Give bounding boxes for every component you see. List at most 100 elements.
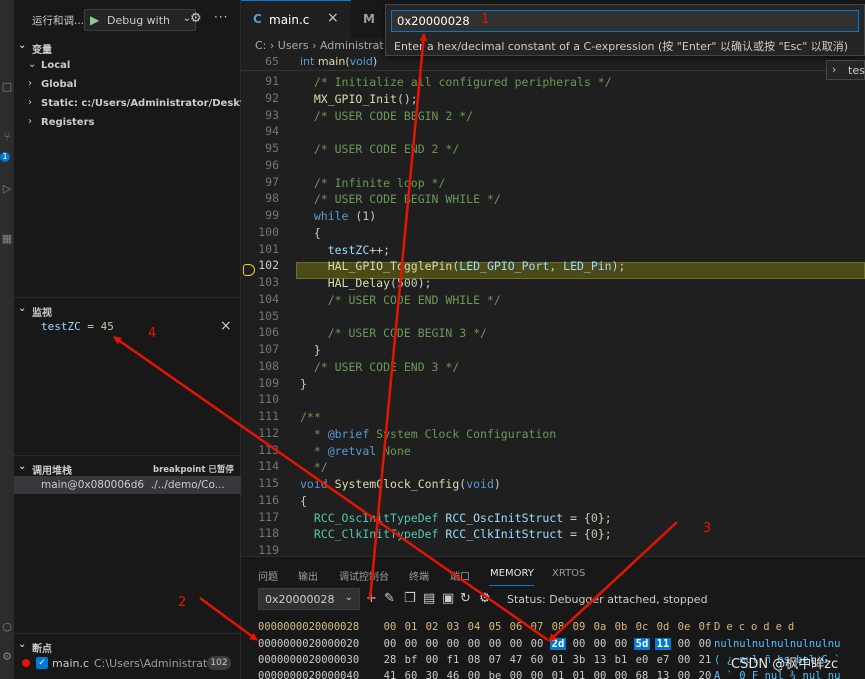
start-debug-icon[interactable]: ▶ [90, 13, 99, 27]
variables-item-local[interactable]: ⌄ Local [14, 56, 241, 75]
code-line[interactable]: 109} [241, 376, 865, 393]
memory-byte[interactable]: 00 [466, 670, 482, 679]
breakpoints-section-header[interactable]: ⌄ 断点 [14, 637, 241, 655]
memory-byte[interactable]: 01 [550, 654, 566, 666]
code-line[interactable]: 116 { [241, 493, 865, 510]
code-line[interactable]: 94 [241, 124, 865, 141]
memory-byte[interactable]: 60 [529, 654, 545, 666]
callstack-frame[interactable]: main@0x080006d6 ./../demo/Co... [14, 476, 241, 494]
code-line[interactable]: 105 [241, 309, 865, 326]
line-number[interactable]: 100 [241, 225, 279, 239]
memory-byte[interactable]: b1 [613, 654, 629, 666]
line-number[interactable]: 105 [241, 309, 279, 323]
gear-icon[interactable]: ⚙ [190, 11, 202, 26]
code-line[interactable]: 99 while (1) [241, 208, 865, 225]
add-icon[interactable]: + [366, 591, 377, 606]
sticky-scroll-header[interactable]: 65 int main(void) [241, 54, 865, 71]
memory-byte[interactable]: 00 [424, 638, 440, 650]
code-line[interactable]: 104 /* USER CODE END WHILE */ [241, 292, 865, 309]
code-line[interactable]: 98 /* USER CODE BEGIN WHILE */ [241, 191, 865, 208]
memory-byte[interactable]: 11 [655, 638, 671, 650]
calculator-icon[interactable]: ▤ [423, 591, 435, 606]
memory-byte[interactable]: 00 [676, 638, 692, 650]
line-number[interactable]: 91 [241, 74, 279, 88]
memory-byte[interactable]: 00 [676, 654, 692, 666]
edit-icon[interactable]: ✎ [384, 591, 395, 606]
line-number[interactable]: 102 [241, 258, 279, 272]
code-line[interactable]: 108 /* USER CODE END 3 */ [241, 359, 865, 376]
code-line[interactable]: 119 [241, 543, 865, 556]
memory-address-select[interactable]: 0x20000028 ⌄ [258, 588, 360, 610]
memory-byte[interactable]: 20 [697, 670, 713, 679]
memory-row[interactable]: 0000000020000020 00 00 00 00 00 00 00 00 2d 00 00 00… [258, 638, 865, 652]
memory-byte[interactable]: 00 [592, 638, 608, 650]
line-number[interactable]: 114 [241, 459, 279, 473]
memory-byte[interactable]: 00 [697, 638, 713, 650]
debug-config-select[interactable]: ▶ Debug with ⌄ [84, 9, 196, 31]
breakpoint-enabled-checkbox[interactable]: ✓ [36, 657, 48, 669]
line-number[interactable]: 103 [241, 275, 279, 289]
code-line[interactable]: 112 * @brief System Clock Configuration [241, 426, 865, 443]
memory-byte[interactable]: 13 [655, 670, 671, 679]
line-number[interactable]: 104 [241, 292, 279, 306]
memory-byte[interactable]: be [487, 670, 503, 679]
memory-byte[interactable]: 00 [466, 638, 482, 650]
line-number[interactable]: 96 [241, 158, 279, 172]
line-number[interactable]: 95 [241, 141, 279, 155]
code-line[interactable]: 95 /* USER CODE END 2 */ [241, 141, 865, 158]
code-line[interactable]: 115 void SystemClock_Config(void) [241, 476, 865, 493]
line-number[interactable]: 93 [241, 108, 279, 122]
line-number[interactable]: 98 [241, 191, 279, 205]
line-number[interactable]: 108 [241, 359, 279, 373]
memory-byte[interactable]: 3b [571, 654, 587, 666]
memory-byte[interactable]: 00 [445, 638, 461, 650]
watch-section-header[interactable]: ⌄ 监视 [14, 301, 241, 319]
line-number[interactable]: 99 [241, 208, 279, 222]
memory-byte[interactable]: 00 [571, 638, 587, 650]
memory-byte[interactable]: 00 [424, 654, 440, 666]
extensions-icon[interactable]: ▦ [0, 232, 14, 246]
tab-output[interactable]: 输出 [298, 568, 318, 583]
memory-byte[interactable]: 00 [529, 670, 545, 679]
line-number[interactable]: 112 [241, 426, 279, 440]
memory-byte[interactable]: 47 [508, 654, 524, 666]
tab-ports[interactable]: 端口 [450, 568, 470, 583]
code-line[interactable]: 106 /* USER CODE BEGIN 3 */ [241, 325, 865, 342]
memory-byte[interactable]: bf [403, 654, 419, 666]
close-tab-icon[interactable]: × [327, 10, 339, 26]
memory-byte[interactable]: 07 [487, 654, 503, 666]
tab-problems[interactable]: 问题 [258, 568, 278, 583]
code-line[interactable]: 118 RCC_ClkInitTypeDef RCC_ClkInitStruct… [241, 526, 865, 543]
memory-byte[interactable]: 13 [592, 654, 608, 666]
memory-byte[interactable]: 00 [529, 638, 545, 650]
line-number[interactable]: 94 [241, 124, 279, 138]
code-line[interactable]: 107 } [241, 342, 865, 359]
variables-section-header[interactable]: ⌄ 变量 [14, 38, 241, 56]
memory-byte[interactable]: 00 [676, 670, 692, 679]
memory-byte[interactable]: 5d [634, 638, 650, 650]
memory-byte[interactable]: 28 [382, 654, 398, 666]
settings-gear-icon[interactable]: ⚙ [479, 591, 491, 606]
manage-gear-icon[interactable]: ⚙ [0, 650, 14, 664]
memory-byte[interactable]: e7 [655, 654, 671, 666]
tab-main-c[interactable]: C main.c × [241, 0, 351, 38]
code-line[interactable]: 101 testZC++; [241, 242, 865, 259]
code-line[interactable]: 96 [241, 158, 865, 175]
sticky-outline-hint[interactable]: › test [826, 60, 865, 80]
code-line[interactable]: 113 * @retval None [241, 443, 865, 460]
memory-byte[interactable]: e0 [634, 654, 650, 666]
tab-terminal[interactable]: 终端 [409, 568, 429, 583]
line-number[interactable]: 110 [241, 392, 279, 406]
line-number[interactable]: 116 [241, 493, 279, 507]
code-editor[interactable]: 91 /* Initialize all configured peripher… [241, 54, 865, 556]
line-number[interactable]: 101 [241, 242, 279, 256]
memory-byte[interactable]: 00 [508, 670, 524, 679]
line-number[interactable]: 107 [241, 342, 279, 356]
line-number[interactable]: 106 [241, 325, 279, 339]
code-line[interactable]: 114 */ [241, 459, 865, 476]
line-number[interactable]: 117 [241, 510, 279, 524]
memory-byte[interactable]: 00 [403, 638, 419, 650]
code-line[interactable]: 111 /** [241, 409, 865, 426]
memory-byte[interactable]: 01 [571, 670, 587, 679]
line-number[interactable]: 111 [241, 409, 279, 423]
